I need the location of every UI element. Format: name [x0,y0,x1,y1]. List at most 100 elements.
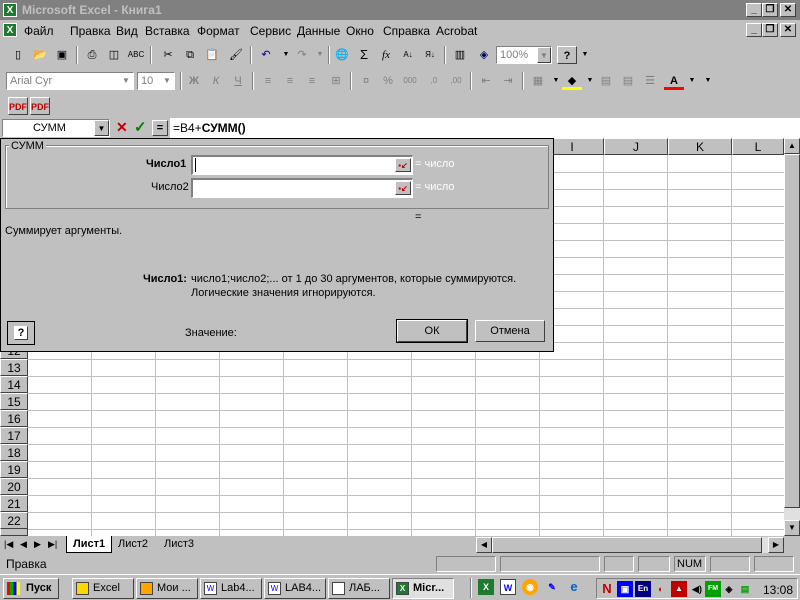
task-lab[interactable]: ЛАБ... [328,578,390,599]
restore-button[interactable]: ❐ [762,3,778,17]
list-icon[interactable]: ☰ [640,72,660,90]
speaker-icon[interactable]: ◀) [689,581,705,597]
cancel-entry-icon[interactable]: ✕ [116,119,128,136]
scroll-up-icon[interactable]: ▲ [784,138,800,154]
alert-icon[interactable]: ▲ [671,581,687,597]
scroll-left-icon[interactable]: ◀ [476,537,492,553]
chevron-down-icon[interactable]: ▼ [94,120,109,136]
network-icon[interactable]: ◈ [721,581,737,597]
new-icon[interactable]: ▯ [8,46,28,64]
vertical-scrollbar[interactable]: ▲ ▼ [784,138,800,536]
menu-acrobat[interactable]: Acrobat [436,24,477,38]
column-header-l[interactable]: L [732,138,784,155]
tab-last-icon[interactable]: ▶| [48,539,57,550]
save-icon[interactable]: ▣ [52,46,72,64]
menu-window[interactable]: Окно [346,24,374,38]
collapse-dialog-icon[interactable]: ▪↙ [395,158,411,172]
scroll-right-icon[interactable]: ▶ [768,537,784,553]
tab-sheet3[interactable]: Лист3 [160,536,198,552]
doc-close-button[interactable]: ✕ [780,23,796,37]
row-header-19[interactable]: 19 [0,461,28,478]
column-header-j[interactable]: J [604,138,668,155]
word-quick-icon[interactable]: W [500,579,516,595]
row-header-15[interactable]: 15 [0,393,28,410]
tab-split-handle[interactable] [470,536,474,552]
row-header-14[interactable]: 14 [0,376,28,393]
task-lab4[interactable]: W Lab4... [200,578,262,599]
grid-alt-icon[interactable]: ▤ [618,72,638,90]
toolbar-more-icon[interactable]: ▼ [698,72,718,90]
print-icon[interactable]: ⎙ [82,46,102,64]
increase-decimal-icon[interactable]: ,0 [424,72,444,90]
underline-button[interactable]: Ч [228,72,248,90]
scroll-down-icon[interactable]: ▼ [784,520,800,536]
monitor-icon[interactable]: ▤ [737,581,753,597]
arg1-input[interactable]: ▪↙ [191,155,413,175]
format-painter-icon[interactable]: 🖌 [226,46,246,64]
ie-icon[interactable]: e [566,579,582,595]
cut-icon[interactable]: ✂ [158,46,178,64]
excel-quick-icon[interactable]: X [478,579,494,595]
menu-file[interactable]: Файл [24,24,54,38]
font-size-select[interactable]: 10 ▼ [137,72,175,90]
sort-desc-icon[interactable]: Я↓ [420,46,440,64]
collapse-dialog-icon[interactable]: ▪↙ [395,181,411,195]
row-header-21[interactable]: 21 [0,495,28,512]
autosum-icon[interactable]: Σ [354,46,374,64]
open-icon[interactable]: 📂 [30,46,50,64]
row-header-13[interactable]: 13 [0,359,28,376]
tab-prev-icon[interactable]: ◀ [20,539,27,550]
redo-dropdown-icon[interactable]: ▼ [310,46,330,64]
menu-insert[interactable]: Вставка [145,24,190,38]
row-header-16[interactable]: 16 [0,410,28,427]
bold-button[interactable]: Ж [184,72,204,90]
ok-button[interactable]: ОК [396,319,468,343]
task-lab4-2[interactable]: W LAB4... [264,578,326,599]
cancel-button[interactable]: Отмена [475,320,545,342]
close-button[interactable]: ✕ [780,3,796,17]
doc-minimize-button[interactable]: _ [746,23,762,37]
menu-data[interactable]: Данные [297,24,340,38]
chevron-down-icon[interactable]: ▼ [160,73,174,89]
function-icon[interactable]: fx [376,46,396,64]
percent-button[interactable]: % [378,72,398,90]
task-excel[interactable]: Excel [72,578,134,599]
menu-edit[interactable]: Правка [70,24,111,38]
task-my-docs[interactable]: Мои ... [136,578,198,599]
enter-entry-icon[interactable]: ✓ [134,118,147,136]
merge-center-icon[interactable]: ⊞ [326,72,346,90]
undo-icon[interactable]: ↶ [256,46,276,64]
task-excel-active[interactable]: X Micr... [392,578,454,599]
pdf-mail-icon[interactable]: PDF [30,97,50,115]
spelling-icon[interactable]: ABC [126,46,146,64]
fm-icon[interactable]: FM [705,581,721,597]
camera-icon[interactable]: ▣ [617,581,633,597]
row-header-22[interactable]: 22 [0,512,28,529]
formula-input[interactable]: =B4+СУММ() [170,118,800,138]
chart-wizard-icon[interactable]: ▥ [450,46,470,64]
row-header-17[interactable]: 17 [0,427,28,444]
preview-icon[interactable]: ◫ [104,46,124,64]
start-button[interactable]: Пуск [3,578,59,599]
fill-color-icon[interactable]: ◆ [562,72,582,90]
outlook-icon[interactable]: ✎ [544,579,560,595]
media-icon[interactable]: ◉ [522,579,538,595]
chevron-down-icon[interactable]: ▼ [119,73,133,89]
copy-icon[interactable]: ⧉ [180,46,200,64]
help-button[interactable]: ? [7,321,35,345]
decrease-indent-icon[interactable]: ⇤ [476,72,496,90]
help-icon[interactable]: ? [557,46,577,64]
horizontal-scrollbar[interactable]: ◀ ▶ [476,537,784,553]
pdf-convert-icon[interactable]: PDF [8,97,28,115]
name-box[interactable]: СУММ ▼ [2,119,110,137]
zoom-select[interactable]: 100% ▼ [496,46,552,64]
thousands-button[interactable]: 000 [400,72,420,90]
arg2-input[interactable]: ▪↙ [191,178,413,198]
edit-formula-button[interactable]: = [152,120,168,136]
row-header-20[interactable]: 20 [0,478,28,495]
redo-icon[interactable]: ↷ [292,46,312,64]
decrease-decimal-icon[interactable]: ,00 [446,72,466,90]
align-right-icon[interactable]: ≡ [302,72,322,90]
minimize-button[interactable]: _ [746,3,762,17]
font-select[interactable]: Arial Cyr ▼ [6,72,134,90]
